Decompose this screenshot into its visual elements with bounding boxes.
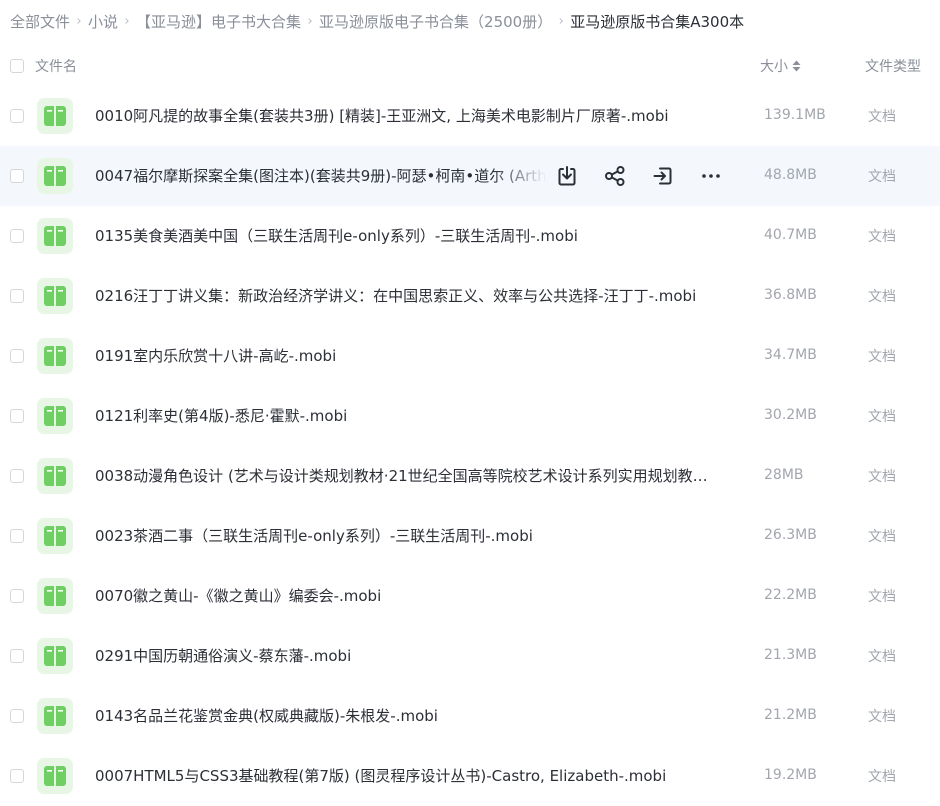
row-checkbox[interactable]	[10, 229, 24, 243]
file-size: 48.8MB	[764, 167, 817, 183]
file-row[interactable]: 0121利率史(第4版)-悉尼·霍默-.mobi 30.2MB 文档	[0, 386, 940, 446]
file-name[interactable]: 0070徽之黄山-《徽之黄山》编委会-.mobi	[95, 585, 381, 606]
file-name[interactable]: 0291中国历朝通俗演义-蔡东藩-.mobi	[95, 645, 351, 666]
row-checkbox[interactable]	[10, 349, 24, 363]
row-checkbox[interactable]	[10, 589, 24, 603]
file-name[interactable]: 0010阿凡提的故事全集(套装共3册) [精装]-王亚洲文, 上海美术电影制片厂…	[95, 105, 669, 126]
share-icon	[603, 164, 627, 188]
breadcrumb-current: 亚马逊原版书合集A300本	[570, 12, 745, 31]
file-size: 36.8MB	[764, 287, 817, 303]
breadcrumb-item[interactable]: 亚马逊原版电子书合集（2500册）	[319, 11, 552, 32]
download-button[interactable]	[552, 162, 582, 190]
file-size: 30.2MB	[764, 407, 817, 423]
file-row[interactable]: 0010阿凡提的故事全集(套装共3册) [精装]-王亚洲文, 上海美术电影制片厂…	[0, 86, 940, 146]
breadcrumb-item[interactable]: 【亚马逊】电子书大合集	[136, 11, 301, 32]
breadcrumb-separator-icon: ›	[124, 13, 130, 29]
document-file-icon	[37, 518, 73, 554]
file-row[interactable]: 0047福尔摩斯探案全集(图注本)(套装共9册)-阿瑟•柯南•道尔 (Arthu…	[0, 146, 940, 206]
document-file-icon	[37, 278, 73, 314]
document-file-icon	[37, 338, 73, 374]
file-size: 26.3MB	[764, 527, 817, 543]
file-type: 文档	[868, 109, 896, 125]
file-row[interactable]: 0038动漫角色设计 (艺术与设计类规划教材·21世纪全国高等院校艺术设计系列实…	[0, 446, 940, 506]
document-file-icon	[37, 218, 73, 254]
breadcrumb: 全部文件 › 小说 › 【亚马逊】电子书大合集 › 亚马逊原版电子书合集（2500册） › 亚马…	[0, 0, 940, 42]
row-checkbox[interactable]	[10, 529, 24, 543]
file-type: 文档	[868, 589, 896, 605]
breadcrumb-separator-icon: ›	[307, 13, 313, 29]
file-type: 文档	[868, 289, 896, 305]
share-button[interactable]	[600, 162, 630, 190]
more-button[interactable]	[696, 162, 726, 190]
file-size: 34.7MB	[764, 347, 817, 363]
file-type: 文档	[868, 229, 896, 245]
file-type: 文档	[868, 409, 896, 425]
column-header-size[interactable]: 大小	[760, 56, 801, 76]
file-row[interactable]: 0191室内乐欣赏十八讲-高屹-.mobi 34.7MB 文档	[0, 326, 940, 386]
file-size: 21.3MB	[764, 647, 817, 663]
document-file-icon	[37, 698, 73, 734]
file-name[interactable]: 0143名品兰花鉴赏金典(权威典藏版)-朱根发-.mobi	[95, 705, 438, 726]
file-size: 21.2MB	[764, 707, 817, 723]
file-name[interactable]: 0135美食美酒美中国（三联生活周刊e-only系列）-三联生活周刊-.mobi	[95, 225, 578, 246]
file-row[interactable]: 0143名品兰花鉴赏金典(权威典藏版)-朱根发-.mobi 21.2MB 文档	[0, 686, 940, 746]
row-checkbox[interactable]	[10, 409, 24, 423]
file-list: 0010阿凡提的故事全集(套装共3册) [精装]-王亚洲文, 上海美术电影制片厂…	[0, 86, 940, 806]
file-row[interactable]: 0007HTML5与CSS3基础教程(第7版) (图灵程序设计丛书)-Castr…	[0, 746, 940, 806]
file-row[interactable]: 0070徽之黄山-《徽之黄山》编委会-.mobi 22.2MB 文档	[0, 566, 940, 626]
file-size: 28MB	[764, 467, 804, 483]
file-name[interactable]: 0023茶酒二事（三联生活周刊e-only系列）-三联生活周刊-.mobi	[95, 525, 533, 546]
move-icon	[651, 164, 675, 188]
row-checkbox[interactable]	[10, 769, 24, 783]
row-checkbox[interactable]	[10, 469, 24, 483]
row-checkbox[interactable]	[10, 709, 24, 723]
row-checkbox[interactable]	[10, 649, 24, 663]
file-type: 文档	[868, 349, 896, 365]
column-header-size-label: 大小	[760, 59, 788, 75]
file-name[interactable]: 0191室内乐欣赏十八讲-高屹-.mobi	[95, 345, 336, 366]
row-actions	[552, 162, 744, 190]
file-row[interactable]: 0135美食美酒美中国（三联生活周刊e-only系列）-三联生活周刊-.mobi…	[0, 206, 940, 266]
file-row[interactable]: 0216汪丁丁讲义集：新政治经济学讲义：在中国思索正义、效率与公共选择-汪丁丁-…	[0, 266, 940, 326]
row-checkbox[interactable]	[10, 109, 24, 123]
move-button[interactable]	[648, 162, 678, 190]
file-size: 40.7MB	[764, 227, 817, 243]
file-size: 139.1MB	[764, 107, 826, 123]
file-name[interactable]: 0121利率史(第4版)-悉尼·霍默-.mobi	[95, 405, 347, 426]
document-file-icon	[37, 458, 73, 494]
file-type: 文档	[868, 649, 896, 665]
row-checkbox[interactable]	[10, 169, 24, 183]
more-icon	[699, 164, 723, 188]
row-checkbox[interactable]	[10, 289, 24, 303]
breadcrumb-separator-icon: ›	[76, 13, 82, 29]
file-row[interactable]: 0291中国历朝通俗演义-蔡东藩-.mobi 21.3MB 文档	[0, 626, 940, 686]
file-list-header: 文件名 大小 文件类型	[0, 45, 940, 87]
file-name[interactable]: 0007HTML5与CSS3基础教程(第7版) (图灵程序设计丛书)-Castr…	[95, 765, 666, 786]
file-type: 文档	[868, 709, 896, 725]
column-header-name: 文件名	[35, 59, 77, 75]
document-file-icon	[37, 398, 73, 434]
document-file-icon	[37, 578, 73, 614]
breadcrumb-item[interactable]: 全部文件	[10, 11, 70, 32]
file-type: 文档	[868, 169, 896, 185]
document-file-icon	[37, 98, 73, 134]
sort-icon	[792, 60, 801, 72]
file-row[interactable]: 0023茶酒二事（三联生活周刊e-only系列）-三联生活周刊-.mobi 26.…	[0, 506, 940, 566]
select-all-checkbox[interactable]	[10, 59, 24, 73]
file-type: 文档	[868, 529, 896, 545]
file-name[interactable]: 0038动漫角色设计 (艺术与设计类规划教材·21世纪全国高等院校艺术设计系列实…	[95, 465, 715, 486]
file-size: 22.2MB	[764, 587, 817, 603]
file-name[interactable]: 0216汪丁丁讲义集：新政治经济学讲义：在中国思索正义、效率与公共选择-汪丁丁-…	[95, 285, 696, 306]
document-file-icon	[37, 158, 73, 194]
column-header-type: 文件类型	[865, 59, 921, 75]
download-icon	[555, 164, 579, 188]
file-type: 文档	[868, 769, 896, 785]
breadcrumb-item[interactable]: 小说	[88, 11, 118, 32]
file-size: 19.2MB	[764, 767, 817, 783]
document-file-icon	[37, 758, 73, 794]
breadcrumb-separator-icon: ›	[558, 13, 564, 29]
document-file-icon	[37, 638, 73, 674]
file-type: 文档	[868, 469, 896, 485]
file-name[interactable]: 0047福尔摩斯探案全集(图注本)(套装共9册)-阿瑟•柯南•道尔 (Arthu…	[95, 165, 547, 186]
